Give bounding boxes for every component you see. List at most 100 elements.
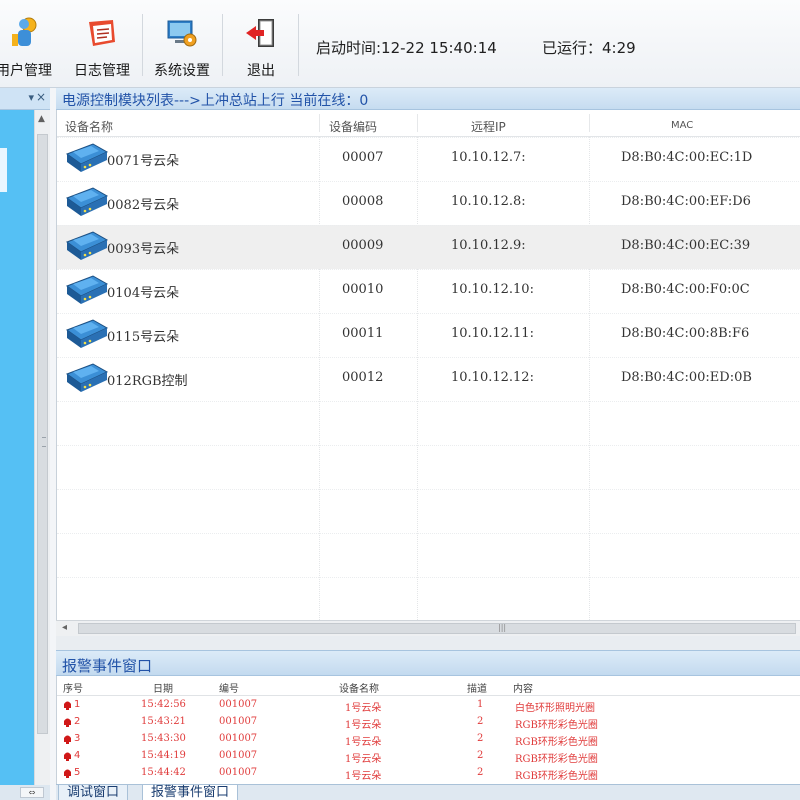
alarm-id-cell: 001007 xyxy=(219,699,258,710)
close-icon[interactable]: × xyxy=(36,90,46,104)
bottom-tab-bar: 调试窗口 报警事件窗口 xyxy=(56,784,800,800)
remote-ip-cell: 10.10.12.11: xyxy=(451,326,534,341)
column-channel[interactable]: 描道 xyxy=(467,680,487,695)
alarm-device-cell: 1号云朵 xyxy=(345,754,382,765)
column-device-name[interactable]: 设备名称 xyxy=(339,680,379,695)
network-device-icon xyxy=(65,231,109,260)
exit-label: 退出 xyxy=(247,63,275,79)
device-code-cell: 00007 xyxy=(342,150,384,165)
remote-ip-cell: 10.10.12.8: xyxy=(451,194,526,209)
panel-toggle-button[interactable]: ⇔ xyxy=(20,787,44,798)
user-management-label: 用户管理 xyxy=(0,63,52,79)
network-device-icon xyxy=(65,143,109,172)
alarm-content-cell: 白色环形照明光圈 xyxy=(515,703,595,714)
device-horizontal-scrollbar[interactable]: ◂ ||| xyxy=(56,620,800,636)
alarm-panel-title: 报警事件窗口 xyxy=(62,657,153,675)
scroll-left-arrow-icon[interactable]: ◂ xyxy=(62,622,67,633)
alarm-time-cell: 15:43:21 xyxy=(141,716,186,727)
device-row[interactable]: 012RGB控制 00012 10.10.12.12: D8:B0:4C:00:ED:… xyxy=(57,357,800,401)
device-row[interactable]: 0115号云朵 00011 10.10.12.11: D8:B0:4C:00:8B:F… xyxy=(57,313,800,357)
row-gridline xyxy=(57,137,800,138)
tab-alarm-events[interactable]: 报警事件窗口 xyxy=(142,785,239,800)
column-mac[interactable]: MAC xyxy=(671,120,693,131)
user-management-button[interactable]: 用户管理 xyxy=(0,6,62,82)
log-management-button[interactable]: 日志管理 xyxy=(64,6,140,82)
column-separator[interactable] xyxy=(417,114,418,132)
pin-icon[interactable]: ▾ xyxy=(28,91,34,104)
user-key-icon xyxy=(12,17,37,46)
row-gridline xyxy=(57,489,800,490)
panel-splitter[interactable] xyxy=(56,636,800,650)
device-row[interactable]: 0093号云朵 00009 10.10.12.9: D8:B0:4C:00:EC:39 xyxy=(57,225,800,269)
alarm-row[interactable]: 4 15:44:19 001007 1号云朵 2 RGB环形彩色光圈 xyxy=(57,748,800,765)
row-gridline xyxy=(57,401,800,402)
row-gridline xyxy=(57,357,800,358)
alarm-row[interactable]: 1 15:42:56 001007 1号云朵 1 白色环形照明光圈 xyxy=(57,697,800,714)
row-gridline xyxy=(57,445,800,446)
alarm-row[interactable]: 5 15:44:42 001007 1号云朵 2 RGB环形彩色光圈 xyxy=(57,765,800,782)
alarm-panel-header: 报警事件窗口 xyxy=(56,650,800,676)
device-name-cell: 0093号云朵 xyxy=(107,242,180,257)
device-row[interactable]: 0082号云朵 00008 10.10.12.8: D8:B0:4C:00:EF:D6 xyxy=(57,181,800,225)
remote-ip-cell: 10.10.12.7: xyxy=(451,150,526,165)
column-content[interactable]: 内容 xyxy=(513,680,533,695)
alarm-id-cell: 001007 xyxy=(219,733,258,744)
device-tree-panel[interactable] xyxy=(0,110,34,785)
alarm-row[interactable]: 2 15:43:21 001007 1号云朵 2 RGB环形彩色光圈 xyxy=(57,714,800,731)
alarm-channel-cell: 2 xyxy=(477,750,484,761)
device-name-cell: 012RGB控制 xyxy=(107,374,188,389)
remote-ip-cell: 10.10.12.9: xyxy=(451,238,526,253)
system-settings-button[interactable]: 系统设置 xyxy=(144,6,220,82)
app-window: 用户管理 日志管理 系统设置 退出 启动时间:12-22 15:40:14 已运… xyxy=(0,0,800,800)
column-index[interactable]: 序号 xyxy=(63,680,83,695)
alarm-content-cell: RGB环形彩色光圈 xyxy=(515,720,598,731)
alarm-time-cell: 15:43:30 xyxy=(141,733,186,744)
alarm-bell-icon xyxy=(64,718,71,727)
device-code-cell: 00011 xyxy=(342,326,384,341)
column-remote-ip[interactable]: 远程IP xyxy=(471,118,506,135)
alarm-bell-icon xyxy=(64,735,71,744)
alarm-content-cell: RGB环形彩色光圈 xyxy=(515,737,598,748)
column-id[interactable]: 编号 xyxy=(219,680,239,695)
log-book-icon xyxy=(89,20,115,46)
device-list-title: 电源控制模块列表--->上冲总站上行 当前在线：0 xyxy=(62,93,369,109)
column-separator[interactable] xyxy=(589,114,590,132)
mac-cell: D8:B0:4C:00:EC:1D xyxy=(621,150,753,165)
alarm-time-cell: 15:44:19 xyxy=(141,750,186,761)
remote-ip-cell: 10.10.12.10: xyxy=(451,282,534,297)
column-separator[interactable] xyxy=(319,114,320,132)
row-gridline xyxy=(57,181,800,182)
row-gridline xyxy=(57,313,800,314)
alarm-row[interactable]: 3 15:43:30 001007 1号云朵 2 RGB环形彩色光圈 xyxy=(57,731,800,748)
device-row[interactable]: 0071号云朵 00007 10.10.12.7: D8:B0:4C:00:EC:1D xyxy=(57,137,800,181)
alarm-content-cell: RGB环形彩色光圈 xyxy=(515,771,598,782)
row-gridline xyxy=(57,225,800,226)
alarm-index-cell: 3 xyxy=(74,733,81,744)
mac-cell: D8:B0:4C:00:EF:D6 xyxy=(621,194,751,209)
column-date[interactable]: 日期 xyxy=(153,680,173,695)
remote-ip-cell: 10.10.12.12: xyxy=(451,370,534,385)
device-code-cell: 00008 xyxy=(342,194,384,209)
scroll-grip-icon: ||| xyxy=(498,623,507,632)
device-row[interactable]: 0104号云朵 00010 10.10.12.10: D8:B0:4C:00:F0:0… xyxy=(57,269,800,313)
device-name-cell: 0071号云朵 xyxy=(107,154,180,169)
tab-debug-window[interactable]: 调试窗口 xyxy=(58,785,129,800)
start-time-text: 启动时间:12-22 15:40:14 xyxy=(316,39,497,57)
alarm-device-cell: 1号云朵 xyxy=(345,703,382,714)
row-gridline xyxy=(57,577,800,578)
toolbar-divider xyxy=(298,14,299,76)
tree-selected-item[interactable] xyxy=(0,148,7,192)
device-code-cell: 00010 xyxy=(342,282,384,297)
network-device-icon xyxy=(65,363,109,392)
horizontal-scroll-thumb[interactable] xyxy=(78,623,796,634)
column-device-name[interactable]: 设备名称 xyxy=(65,118,113,135)
alarm-index-cell: 5 xyxy=(74,767,81,778)
exit-button[interactable]: 退出 xyxy=(226,6,296,82)
alarm-bell-icon xyxy=(64,701,71,710)
scroll-up-arrow-icon[interactable]: ▲ xyxy=(38,114,45,124)
mac-cell: D8:B0:4C:00:ED:0B xyxy=(621,370,752,385)
column-device-code[interactable]: 设备编码 xyxy=(329,118,377,135)
left-vertical-scrollbar[interactable]: ▲ xyxy=(34,110,50,785)
uptime-text: 已运行：4:29 xyxy=(542,39,636,57)
scroll-thumb[interactable] xyxy=(37,134,48,734)
